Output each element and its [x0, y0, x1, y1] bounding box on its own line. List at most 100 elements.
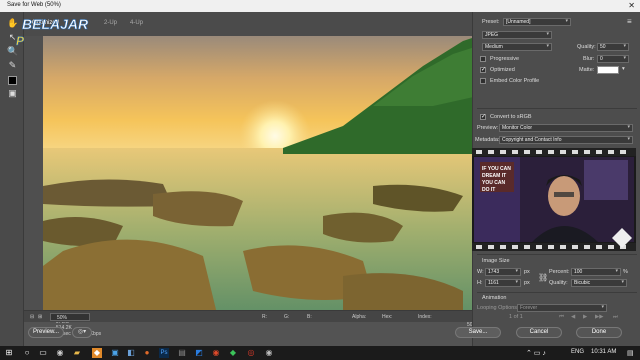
zoom-value: 50%: [57, 315, 68, 321]
b-readout: B:: [307, 314, 312, 320]
svg-text:DREAM IT: DREAM IT: [482, 173, 506, 179]
width-unit: px: [524, 269, 530, 275]
left-toolbar: ✋ ↖ 🔍 ✎ ▣: [0, 12, 24, 346]
quality-input[interactable]: 50: [597, 43, 629, 51]
toggle-slices-icon[interactable]: ▣: [7, 88, 18, 99]
convert-srgb-label: Convert to sRGB: [490, 114, 532, 120]
browser-select-button[interactable]: ◎▾: [72, 327, 92, 338]
app-icon[interactable]: ▣: [110, 348, 120, 358]
close-icon[interactable]: ✕: [628, 1, 635, 10]
width-label: W:: [477, 269, 484, 275]
eyedropper-tool-icon[interactable]: ✎: [7, 60, 18, 71]
app-icon[interactable]: ◎: [246, 348, 256, 358]
optimized-checkbox[interactable]: [480, 66, 486, 73]
embed-color-label: Embed Color Profile: [490, 78, 540, 84]
os-taskbar: ⊞ ○ ▭ ◉ ▰ ◆ ▣ ◧ ● Ps ▤ ◩ ◉ ◆ ◎ ◉ ⌃ ▭ ♪ E…: [0, 346, 640, 360]
compression-select[interactable]: Medium: [482, 43, 552, 51]
matte-label: Matte:: [579, 67, 595, 73]
last-frame-icon[interactable]: ⏭: [613, 314, 618, 321]
divider: [477, 108, 637, 109]
format-select[interactable]: JPEG: [482, 31, 552, 39]
preview-select[interactable]: Monitor Color: [499, 124, 633, 132]
height-input[interactable]: 1161: [485, 279, 521, 287]
next-frame-icon[interactable]: ▶▶: [595, 314, 603, 320]
app-icon[interactable]: ◉: [211, 348, 221, 358]
eyedropper-color-swatch[interactable]: [8, 76, 17, 85]
app-icon[interactable]: ◆: [92, 348, 102, 358]
cancel-button[interactable]: Cancel: [516, 327, 562, 338]
tray-clock[interactable]: 10:31 AM: [591, 349, 616, 355]
divider: [477, 292, 637, 293]
file-explorer-icon[interactable]: ▰: [72, 348, 82, 358]
height-label: H:: [477, 280, 483, 286]
resample-quality-select[interactable]: Bicubic: [571, 279, 627, 287]
resample-quality-label: Quality:: [549, 280, 568, 286]
tab-4-up[interactable]: 4-Up: [130, 20, 143, 26]
svg-text:BELAJAR: BELAJAR: [22, 16, 89, 32]
preview-label: Preview:: [477, 125, 499, 131]
done-button[interactable]: Done: [576, 327, 622, 338]
window-title: Save for Web (50%): [7, 2, 61, 8]
animation-title: Animation: [482, 295, 507, 301]
browser-icon: ◎▾: [77, 329, 87, 335]
percent-value: 100: [574, 269, 583, 275]
tray-icons[interactable]: ⌃ ▭ ♪: [526, 349, 546, 357]
svg-text:YOU CAN: YOU CAN: [482, 180, 505, 186]
search-icon[interactable]: ○: [22, 348, 32, 358]
width-value: 1743: [488, 269, 500, 275]
blur-input[interactable]: 0: [597, 55, 629, 63]
panel-menu-icon[interactable]: ≡: [627, 17, 632, 26]
notifications-icon[interactable]: ▤: [627, 349, 634, 357]
g-readout: G:: [284, 314, 290, 320]
app-icon[interactable]: ◉: [55, 348, 65, 358]
animation-frame-counter: 1 of 1: [509, 314, 523, 320]
svg-text:DO IT: DO IT: [482, 187, 495, 193]
optimized-label: Optimized: [490, 67, 515, 73]
progressive-label: Progressive: [490, 56, 520, 62]
progressive-checkbox[interactable]: [480, 56, 486, 62]
app-icon[interactable]: ◩: [194, 348, 204, 358]
blur-value: 0: [600, 56, 603, 62]
windows-start-icon[interactable]: ⊞: [4, 348, 14, 358]
width-input[interactable]: 1743: [485, 268, 521, 276]
link-dimensions-icon[interactable]: ⛓: [538, 273, 548, 282]
divider: [477, 254, 637, 255]
hex-readout: Hex:: [382, 314, 393, 320]
blur-label: Blur:: [583, 56, 595, 62]
percent-unit: %: [623, 269, 628, 275]
firefox-icon[interactable]: ●: [142, 348, 152, 358]
photoshop-icon[interactable]: Ps: [159, 348, 169, 358]
embed-color-checkbox[interactable]: [480, 78, 486, 84]
image-size-title: Image Size: [482, 258, 510, 264]
metadata-select[interactable]: Copyright and Contact Info: [499, 136, 633, 144]
play-icon[interactable]: ▶: [583, 314, 587, 320]
preset-select[interactable]: [Unnamed]: [503, 18, 571, 26]
tray-language[interactable]: ENG: [571, 349, 584, 355]
first-frame-icon[interactable]: ⏮: [559, 314, 564, 321]
matte-color-swatch[interactable]: [597, 66, 619, 74]
zoom-level-select[interactable]: 50%: [50, 313, 90, 321]
matte-dropdown-icon[interactable]: ▾: [622, 66, 625, 72]
webcam-overlay: IF YOU CAN DREAM IT YOU CAN DO IT: [472, 148, 636, 251]
task-view-icon[interactable]: ▭: [38, 348, 48, 358]
preview-value: Monitor Color: [502, 125, 533, 131]
app-icon[interactable]: ◉: [264, 348, 274, 358]
convert-srgb-checkbox[interactable]: [480, 113, 486, 120]
zoom-out-icon[interactable]: ⊟: [30, 314, 34, 320]
preset-value: [Unnamed]: [506, 19, 531, 25]
svg-text:IF YOU CAN: IF YOU CAN: [482, 166, 511, 172]
quality-label: Quality:: [577, 44, 596, 50]
height-value: 1161: [488, 280, 499, 286]
format-value: JPEG: [485, 32, 499, 38]
app-icon[interactable]: ◧: [126, 348, 136, 358]
looping-value: Forever: [520, 305, 538, 311]
looping-select[interactable]: Forever: [517, 304, 607, 312]
previous-frame-icon[interactable]: ◀: [571, 314, 575, 320]
zoom-in-icon[interactable]: ⊞: [38, 314, 42, 320]
preview-image: [43, 36, 478, 318]
percent-input[interactable]: 100: [571, 268, 621, 276]
app-icon[interactable]: ◆: [228, 348, 238, 358]
app-icon[interactable]: ▤: [177, 348, 187, 358]
save-button[interactable]: Save...: [455, 327, 501, 338]
preview-button[interactable]: Preview...: [28, 327, 64, 338]
